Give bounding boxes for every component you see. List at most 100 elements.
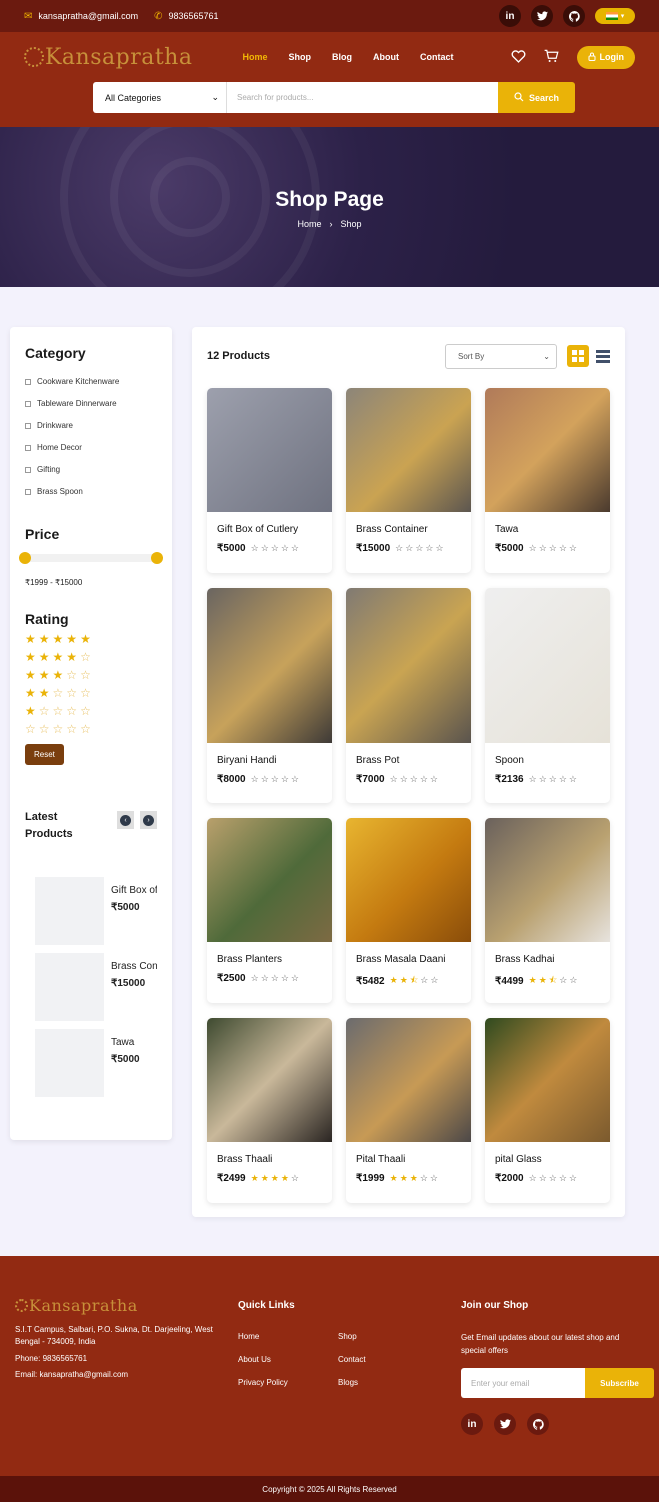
- latest-next-button[interactable]: ›: [140, 811, 157, 829]
- product-name[interactable]: pital Glass: [495, 1154, 610, 1165]
- nav-blog[interactable]: Blog: [332, 52, 352, 62]
- product-name[interactable]: Pital Thaali: [356, 1154, 471, 1165]
- latest-product-item[interactable]: Gift Box of Cutlery ₹5000: [35, 877, 157, 946]
- category-item[interactable]: Brass Spoon: [25, 487, 157, 496]
- latest-product-item[interactable]: Tawa ₹5000: [35, 1029, 157, 1098]
- product-image[interactable]: [346, 388, 471, 512]
- rating-filter-option[interactable]: ☆ ☆ ☆ ☆ ☆: [25, 723, 157, 735]
- product-name[interactable]: Brass Kadhai: [495, 954, 610, 965]
- footer-link-privacy[interactable]: Privacy Policy: [238, 1378, 338, 1387]
- price-slider[interactable]: [19, 552, 163, 564]
- nav-about[interactable]: About: [373, 52, 399, 62]
- product-rating: ★★⯪☆☆: [529, 973, 580, 989]
- rating-filter-option[interactable]: ★ ★ ★ ★ ☆: [25, 651, 157, 663]
- search-button[interactable]: Search: [498, 82, 575, 113]
- product-image[interactable]: [207, 1018, 332, 1142]
- category-label: Drinkware: [37, 421, 74, 430]
- product-name[interactable]: Gift Box of Cutlery: [217, 524, 332, 535]
- topbar-email[interactable]: ✉ kansapratha@gmail.com: [24, 11, 138, 22]
- product-card[interactable]: Tawa ₹5000 ☆☆☆☆☆: [485, 388, 610, 573]
- linkedin-icon[interactable]: in: [499, 5, 521, 27]
- product-name[interactable]: Brass Pot: [356, 755, 471, 766]
- product-image[interactable]: [207, 388, 332, 512]
- product-name[interactable]: Spoon: [495, 755, 610, 766]
- language-selector[interactable]: ▾: [595, 8, 635, 24]
- rating-filter-option[interactable]: ★ ☆ ☆ ☆ ☆: [25, 705, 157, 717]
- footer-link-home[interactable]: Home: [238, 1332, 338, 1341]
- subscribe-button[interactable]: Subscribe: [585, 1368, 654, 1398]
- linkedin-icon[interactable]: in: [461, 1413, 483, 1435]
- category-item[interactable]: Cookware Kitchenware: [25, 377, 157, 386]
- price-slider-min-handle[interactable]: [19, 552, 31, 564]
- nav-shop[interactable]: Shop: [288, 52, 311, 62]
- github-icon[interactable]: [563, 5, 585, 27]
- product-card[interactable]: Brass Planters ₹2500 ☆☆☆☆☆: [207, 818, 332, 1003]
- footer-link-about[interactable]: About Us: [238, 1355, 338, 1364]
- price-slider-max-handle[interactable]: [151, 552, 163, 564]
- category-item[interactable]: Tableware Dinnerware: [25, 399, 157, 408]
- star-icon: ★: [25, 668, 36, 682]
- latest-prev-button[interactable]: ‹: [117, 811, 135, 829]
- product-name[interactable]: Brass Masala Daani: [356, 954, 471, 965]
- product-image[interactable]: [207, 818, 332, 942]
- heart-icon[interactable]: [511, 49, 526, 66]
- checkbox[interactable]: [25, 422, 31, 429]
- login-button[interactable]: Login: [576, 45, 635, 69]
- product-image[interactable]: [485, 588, 610, 743]
- checkbox[interactable]: [25, 466, 31, 473]
- twitter-icon[interactable]: [531, 5, 553, 27]
- footer-link-shop[interactable]: Shop: [338, 1332, 438, 1341]
- product-card[interactable]: Biryani Handi ₹8000 ☆☆☆☆☆: [207, 588, 332, 803]
- product-card[interactable]: Brass Masala Daani ₹5482 ★★⯪☆☆: [346, 818, 471, 1003]
- cart-icon[interactable]: [544, 49, 559, 66]
- product-image[interactable]: [485, 818, 610, 942]
- checkbox[interactable]: [25, 444, 31, 451]
- topbar-phone[interactable]: ✆ 9836565761: [154, 11, 218, 22]
- product-card[interactable]: Gift Box of Cutlery ₹5000 ☆☆☆☆☆: [207, 388, 332, 573]
- product-image[interactable]: [207, 588, 332, 743]
- product-card[interactable]: pital Glass ₹2000 ☆☆☆☆☆: [485, 1018, 610, 1203]
- star-icon: ☆: [430, 975, 441, 985]
- checkbox[interactable]: [25, 378, 31, 385]
- category-item[interactable]: Gifting: [25, 465, 157, 474]
- product-card[interactable]: Spoon ₹2136 ☆☆☆☆☆: [485, 588, 610, 803]
- product-name[interactable]: Brass Thaali: [217, 1154, 332, 1165]
- reset-button[interactable]: Reset: [25, 744, 64, 765]
- product-card[interactable]: Brass Pot ₹7000 ☆☆☆☆☆: [346, 588, 471, 803]
- twitter-icon[interactable]: [494, 1413, 516, 1435]
- product-name[interactable]: Tawa: [495, 524, 610, 535]
- footer-link-blogs[interactable]: Blogs: [338, 1378, 438, 1387]
- product-card[interactable]: Brass Kadhai ₹4499 ★★⯪☆☆: [485, 818, 610, 1003]
- list-view-icon[interactable]: [596, 349, 610, 363]
- footer-link-contact[interactable]: Contact: [338, 1355, 438, 1364]
- checkbox[interactable]: [25, 488, 31, 495]
- footer-logo[interactable]: Kansapratha: [15, 1296, 138, 1315]
- product-image[interactable]: [485, 388, 610, 512]
- grid-view-icon[interactable]: [567, 345, 589, 367]
- sort-select[interactable]: Sort By ⌄: [445, 343, 557, 369]
- rating-filter-option[interactable]: ★ ★ ★ ★ ★: [25, 633, 157, 645]
- nav-home[interactable]: Home: [242, 52, 267, 62]
- product-image[interactable]: [485, 1018, 610, 1142]
- product-image[interactable]: [346, 1018, 471, 1142]
- logo[interactable]: Kansapratha: [24, 45, 192, 70]
- product-name[interactable]: Brass Container: [356, 524, 471, 535]
- nav-contact[interactable]: Contact: [420, 52, 454, 62]
- rating-filter-option[interactable]: ★ ★ ★ ☆ ☆: [25, 669, 157, 681]
- newsletter-email-input[interactable]: Enter your email: [461, 1368, 585, 1398]
- category-item[interactable]: Drinkware: [25, 421, 157, 430]
- product-name[interactable]: Brass Planters: [217, 954, 332, 965]
- github-icon[interactable]: [527, 1413, 549, 1435]
- category-select[interactable]: All Categories ⌄: [93, 82, 227, 113]
- product-image[interactable]: [346, 818, 471, 942]
- latest-product-item[interactable]: Brass Container ₹15000: [35, 953, 157, 1022]
- product-card[interactable]: Pital Thaali ₹1999 ★★★☆☆: [346, 1018, 471, 1203]
- product-image[interactable]: [346, 588, 471, 743]
- category-item[interactable]: Home Decor: [25, 443, 157, 452]
- search-input[interactable]: Search for products...: [227, 82, 498, 113]
- product-name[interactable]: Biryani Handi: [217, 755, 332, 766]
- rating-filter-option[interactable]: ★ ★ ☆ ☆ ☆: [25, 687, 157, 699]
- checkbox[interactable]: [25, 400, 31, 407]
- product-card[interactable]: Brass Container ₹15000 ☆☆☆☆☆: [346, 388, 471, 573]
- product-card[interactable]: Brass Thaali ₹2499 ★★★★☆: [207, 1018, 332, 1203]
